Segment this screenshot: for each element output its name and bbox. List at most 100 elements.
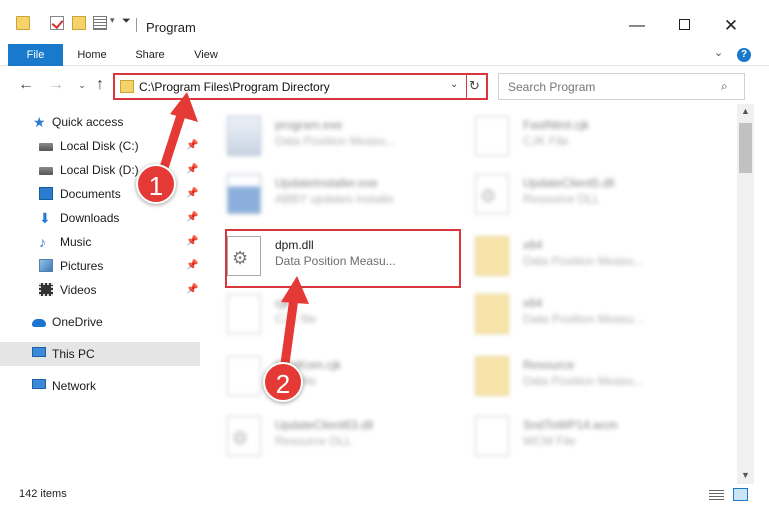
file-description: Data Position Measu...: [523, 374, 644, 388]
forward-button[interactable]: →: [46, 76, 66, 94]
up-button[interactable]: ↑: [90, 76, 110, 94]
pin-icon[interactable]: 📌: [186, 134, 198, 158]
file-name: UpdateClient5.dll: [523, 176, 615, 190]
back-button[interactable]: ←: [16, 76, 36, 94]
scroll-up-icon[interactable]: ▲: [741, 106, 750, 116]
recent-locations-button[interactable]: ⌄: [72, 80, 92, 91]
help-icon[interactable]: ?: [737, 48, 751, 62]
status-bar: 142 items: [0, 484, 769, 517]
file-description: ABBY updates installe: [275, 192, 394, 206]
list-item[interactable]: cjk CJK file: [207, 286, 437, 342]
folder-icon: [475, 236, 509, 276]
list-item[interactable]: x64 Data Position Measu...: [455, 228, 685, 284]
document-icon: [475, 416, 509, 456]
list-item[interactable]: Resource Data Position Measu...: [455, 348, 685, 404]
sidebar-item-quick-access[interactable]: ★ Quick access: [0, 110, 200, 134]
sidebar-item-videos[interactable]: Videos 📌: [0, 278, 200, 302]
list-item[interactable]: SndToWP14.wcm WCM File: [455, 408, 685, 464]
tiles-view-icon[interactable]: [733, 488, 748, 501]
address-separator: [466, 75, 467, 98]
search-icon[interactable]: ⌕: [721, 79, 728, 94]
this-pc-icon: [32, 347, 46, 357]
scroll-thumb[interactable]: [739, 123, 752, 173]
tab-file[interactable]: File: [8, 44, 63, 66]
pin-icon[interactable]: 📌: [186, 182, 198, 206]
tab-share[interactable]: Share: [130, 44, 170, 66]
file-name: program.exe: [275, 118, 343, 132]
vertical-scrollbar[interactable]: ▲ ▼: [737, 104, 754, 484]
chevron-down-icon[interactable]: ▾: [110, 15, 115, 26]
pictures-icon: [39, 259, 53, 272]
file-description: CJK File: [523, 134, 569, 148]
folder-icon: [475, 294, 509, 334]
new-folder-icon[interactable]: [72, 16, 86, 30]
title-bar: ▾ ⏷ Program — ✕: [0, 0, 769, 42]
search-input[interactable]: Search Program: [508, 80, 595, 94]
scroll-down-icon[interactable]: ▼: [741, 470, 750, 480]
pin-icon[interactable]: 📌: [186, 254, 198, 278]
sidebar-item-label: OneDrive: [52, 315, 103, 329]
sidebar-item-music[interactable]: ♪ Music 📌: [0, 230, 200, 254]
pin-icon[interactable]: 📌: [186, 230, 198, 254]
list-item[interactable]: UpdateClient63.dll Resource DLL: [207, 408, 437, 464]
maximize-button[interactable]: [669, 14, 699, 38]
exe-icon: [227, 116, 261, 156]
sidebar-item-label: This PC: [52, 347, 95, 361]
document-icon: [475, 116, 509, 156]
file-description: Resource DLL: [275, 434, 352, 448]
title-separator: [136, 18, 137, 32]
sidebar-item-label: Downloads: [60, 211, 120, 225]
documents-icon: [39, 187, 53, 200]
file-description: CJK file: [275, 312, 317, 326]
file-description: Data Position Measu...: [275, 134, 396, 148]
sidebar-item-network[interactable]: Network: [0, 374, 200, 398]
dll-icon: [475, 174, 509, 214]
file-name: FastNtml.cjk: [523, 118, 589, 132]
pin-icon[interactable]: 📌: [186, 278, 198, 302]
sidebar-item-onedrive[interactable]: OneDrive: [0, 310, 200, 334]
step-badge-1: 1: [136, 164, 176, 204]
chevron-down-icon[interactable]: ⌄: [450, 79, 458, 90]
file-description: WCM File: [523, 434, 576, 448]
customize-toolbar-icon[interactable]: ⏷: [122, 15, 131, 28]
downloads-icon: ⬇: [39, 210, 51, 226]
tab-view[interactable]: View: [186, 44, 226, 66]
address-bar[interactable]: C:\Program Files\Program Directory ⌄ ↻: [113, 73, 488, 100]
properties-check-icon[interactable]: [50, 16, 64, 30]
sidebar-item-pictures[interactable]: Pictures 📌: [0, 254, 200, 278]
minimize-button[interactable]: —: [622, 14, 652, 38]
quick-access-star-icon: ★: [33, 114, 46, 130]
details-view-icon[interactable]: [709, 490, 724, 501]
file-name: UpdateClient63.dll: [275, 418, 374, 432]
window-title: Program: [146, 20, 196, 35]
sidebar-item-downloads[interactable]: ⬇ Downloads 📌: [0, 206, 200, 230]
sidebar-item-this-pc[interactable]: This PC: [0, 342, 200, 366]
refresh-icon[interactable]: ↻: [469, 78, 480, 94]
highlight-box-dpm-dll: [225, 229, 461, 288]
folder-icon: [475, 356, 509, 396]
file-name: SndToWP14.wcm: [523, 418, 618, 432]
list-item[interactable]: FastNtml.cjk CJK File: [455, 108, 685, 164]
view-options-icon[interactable]: [93, 16, 107, 30]
list-item[interactable]: UpdateClient5.dll Resource DLL: [455, 166, 685, 222]
sidebar-item-label: Local Disk (C:): [60, 139, 139, 153]
list-item[interactable]: UpdateInstaller.exe ABBY updates install…: [207, 166, 437, 222]
expand-ribbon-icon[interactable]: ⌄: [714, 46, 723, 59]
pin-icon[interactable]: 📌: [186, 158, 198, 182]
drive-icon: [39, 167, 53, 175]
tab-home[interactable]: Home: [72, 44, 112, 66]
list-item[interactable]: x64 Data Position Measu...: [455, 286, 685, 342]
pin-icon[interactable]: 📌: [186, 206, 198, 230]
sidebar-item-label: Pictures: [60, 259, 104, 273]
sidebar-item-label: Network: [52, 379, 97, 393]
maximize-icon: [678, 19, 690, 30]
address-path[interactable]: C:\Program Files\Program Directory: [139, 80, 330, 94]
close-button[interactable]: ✕: [716, 14, 746, 38]
file-name: Resource: [523, 358, 575, 372]
list-item[interactable]: FastKom.cjk CJK file: [207, 348, 437, 404]
sidebar-item-local-disk-c[interactable]: Local Disk (C:) 📌: [0, 134, 200, 158]
file-name: x64: [523, 238, 543, 252]
search-box[interactable]: Search Program ⌕: [498, 73, 745, 100]
videos-icon: [39, 283, 53, 296]
list-item[interactable]: program.exe Data Position Measu...: [207, 108, 437, 164]
